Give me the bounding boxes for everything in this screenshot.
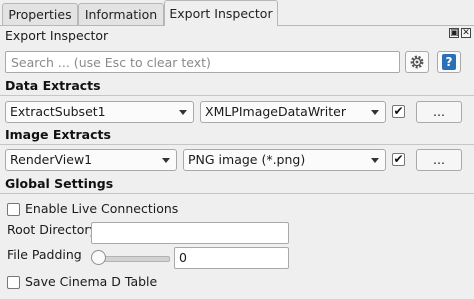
image-extract-options-button[interactable]: ...: [416, 149, 462, 171]
chevron-down-icon: [371, 110, 379, 115]
tab-bar-divider: [278, 25, 474, 26]
float-panel-icon[interactable]: ▣: [449, 28, 459, 38]
image-extracts-heading: Image Extracts: [5, 127, 111, 142]
gear-icon: [410, 55, 424, 69]
file-padding-slider-handle[interactable]: [91, 250, 106, 265]
section-divider: [0, 193, 474, 194]
settings-button[interactable]: [405, 51, 429, 73]
search-input[interactable]: [5, 51, 400, 73]
close-panel-icon[interactable]: ✕: [461, 28, 471, 38]
live-connections-checkbox[interactable]: [7, 203, 20, 216]
data-extract-writer-select[interactable]: XMLPImageDataWriter: [200, 101, 386, 123]
global-settings-heading: Global Settings: [5, 176, 114, 191]
help-button[interactable]: ?: [437, 51, 461, 73]
data-extracts-heading: Data Extracts: [5, 78, 101, 93]
chevron-down-icon: [179, 110, 187, 115]
root-directory-input[interactable]: [91, 222, 289, 244]
tab-properties[interactable]: Properties: [2, 3, 78, 25]
section-divider: [0, 95, 474, 96]
tab-bar: Properties Information Export Inspector: [0, 0, 474, 26]
save-cinema-label: Save Cinema D Table: [25, 274, 158, 289]
chevron-down-icon: [371, 158, 379, 163]
image-extract-format-select[interactable]: PNG image (*.png): [183, 149, 386, 171]
data-extract-enabled-checkbox[interactable]: ✔: [392, 105, 405, 118]
tab-export-inspector[interactable]: Export Inspector: [164, 0, 278, 26]
file-padding-label: File Padding: [7, 247, 82, 262]
tab-bar-divider: [0, 25, 164, 26]
help-icon: ?: [442, 54, 456, 70]
image-extract-source-value: RenderView1: [10, 152, 93, 167]
data-extract-writer-value: XMLPImageDataWriter: [205, 104, 346, 119]
data-extract-options-button[interactable]: ...: [416, 101, 462, 123]
chevron-down-icon: [162, 158, 170, 163]
data-extract-source-select[interactable]: ExtractSubset1: [5, 101, 194, 123]
image-extract-source-select[interactable]: RenderView1: [5, 149, 177, 171]
image-extract-format-value: PNG image (*.png): [188, 152, 306, 167]
root-directory-label: Root Directory: [7, 222, 97, 237]
save-cinema-checkbox[interactable]: [7, 276, 20, 289]
live-connections-label: Enable Live Connections: [25, 201, 179, 216]
export-inspector-window: Properties Information Export Inspector …: [0, 0, 474, 299]
data-extract-source-value: ExtractSubset1: [10, 104, 106, 119]
image-extract-enabled-checkbox[interactable]: ✔: [392, 153, 405, 166]
section-divider: [0, 144, 474, 145]
panel-title: Export Inspector: [5, 28, 109, 43]
tab-information[interactable]: Information: [78, 3, 164, 25]
file-padding-input[interactable]: 0: [174, 247, 289, 269]
